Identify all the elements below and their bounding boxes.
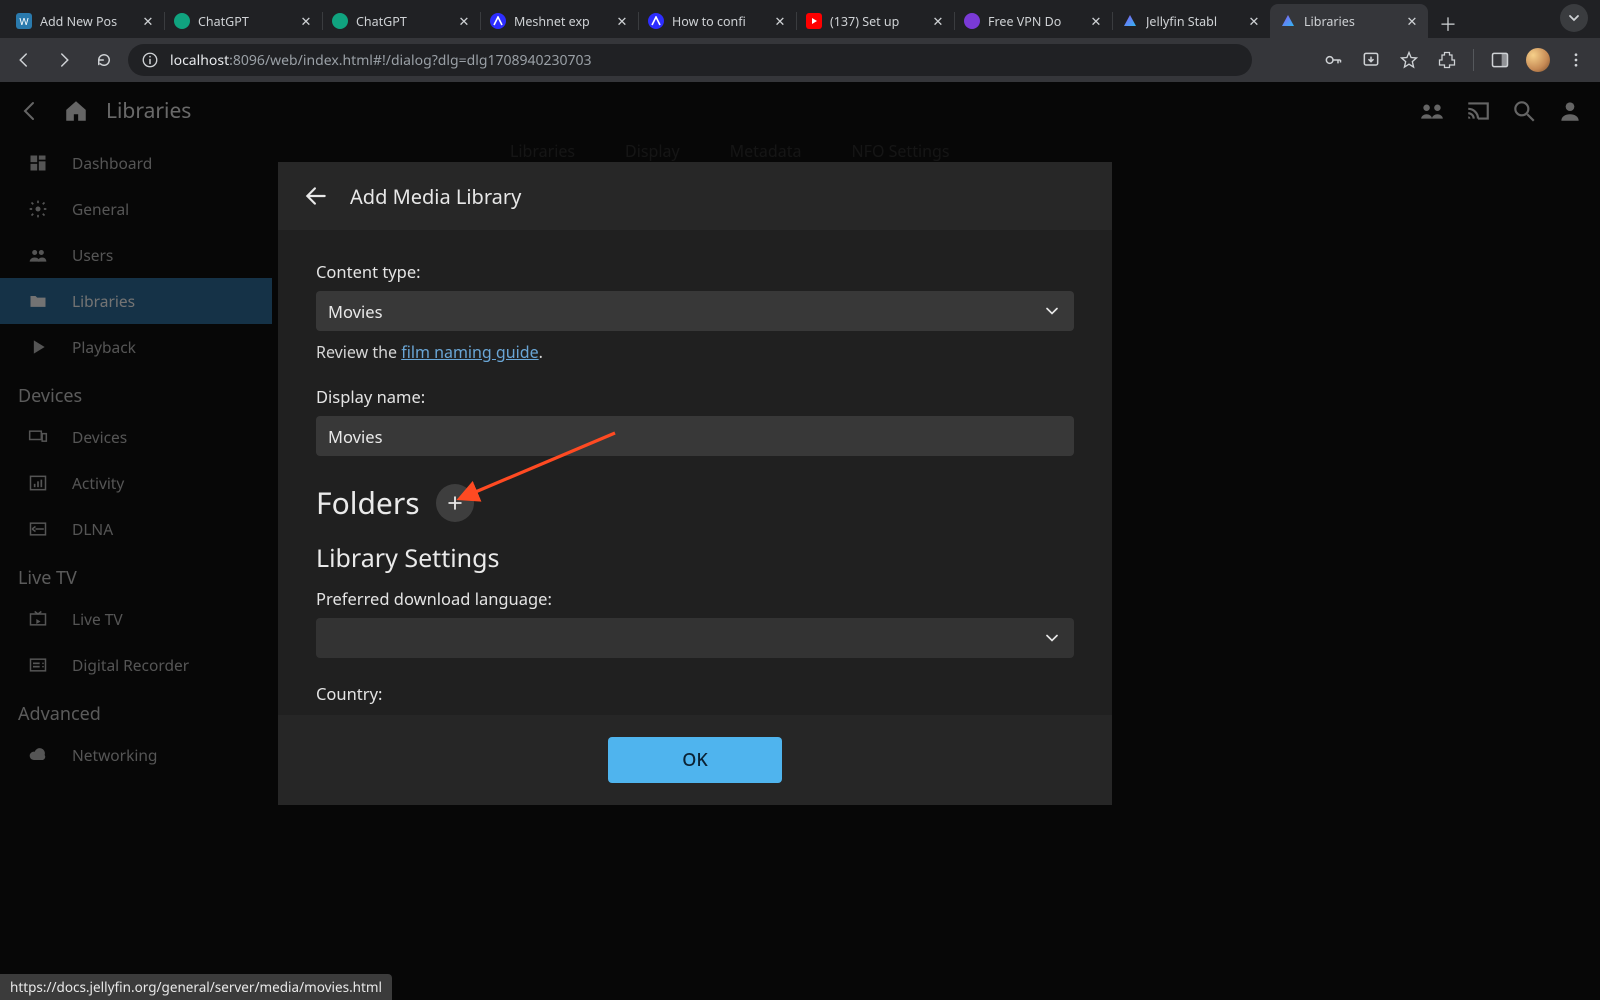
tab-close-icon[interactable]: ✕: [1246, 13, 1262, 29]
extensions-icon[interactable]: [1431, 44, 1463, 76]
film-naming-guide-link[interactable]: film naming guide: [401, 341, 538, 363]
favicon-jellyfin-icon: [1122, 13, 1138, 29]
preferred-language-label: Preferred download language:: [316, 587, 1074, 610]
tab-close-icon[interactable]: ✕: [456, 13, 472, 29]
tab-close-icon[interactable]: ✕: [614, 13, 630, 29]
browser-tab[interactable]: Jellyfin Stabl ✕: [1112, 4, 1270, 38]
favicon-chatgpt-icon: [332, 13, 348, 29]
browser-toolbar: localhost:8096/web/index.html#!/dialog?d…: [0, 38, 1600, 82]
chrome-menu-icon[interactable]: [1560, 44, 1592, 76]
browser-tabstrip: W Add New Pos ✕ ChatGPT ✕ ChatGPT ✕ Mesh…: [0, 0, 1600, 38]
browser-tab[interactable]: How to confi ✕: [638, 4, 796, 38]
country-label: Country:: [316, 682, 1074, 705]
chevron-down-icon: [1042, 628, 1062, 648]
tab-close-icon[interactable]: ✕: [1088, 13, 1104, 29]
dialog-footer: OK: [278, 715, 1112, 805]
favicon-chatgpt-icon: [174, 13, 190, 29]
sidepanel-icon[interactable]: [1484, 44, 1516, 76]
tab-title: ChatGPT: [198, 13, 292, 30]
tab-close-icon[interactable]: ✕: [298, 13, 314, 29]
library-settings-heading: Library Settings: [316, 541, 1074, 575]
status-bar: https://docs.jellyfin.org/general/server…: [0, 974, 392, 1000]
browser-tab[interactable]: Free VPN Do ✕: [954, 4, 1112, 38]
chevron-down-icon: [1042, 301, 1062, 321]
favicon-youtube-icon: [806, 13, 822, 29]
forward-button[interactable]: [48, 44, 80, 76]
add-media-library-dialog: Add Media Library Content type: Movies R…: [278, 162, 1112, 805]
new-tab-button[interactable]: ＋: [1434, 10, 1462, 38]
favicon-jellyfin-icon: [1280, 13, 1296, 29]
tab-close-icon[interactable]: ✕: [1404, 13, 1420, 29]
tab-title: Add New Pos: [40, 13, 134, 30]
browser-tab[interactable]: Meshnet exp ✕: [480, 4, 638, 38]
profile-avatar[interactable]: [1522, 44, 1554, 76]
ok-button[interactable]: OK: [608, 737, 782, 783]
browser-tab[interactable]: (137) Set up ✕: [796, 4, 954, 38]
dialog-title: Add Media Library: [350, 183, 521, 210]
divider: [1473, 49, 1474, 71]
omnibox-url: localhost:8096/web/index.html#!/dialog?d…: [170, 51, 592, 70]
tab-title: Meshnet exp: [514, 13, 608, 30]
folders-heading: Folders: [316, 482, 420, 523]
site-info-icon[interactable]: [140, 50, 160, 70]
tab-title: How to confi: [672, 13, 766, 30]
display-name-value: Movies: [328, 425, 382, 448]
reload-button[interactable]: [88, 44, 120, 76]
tab-title: Jellyfin Stabl: [1146, 13, 1240, 30]
tab-title: Libraries: [1304, 13, 1398, 30]
add-folder-button[interactable]: [436, 484, 474, 522]
browser-tab-active[interactable]: Libraries ✕: [1270, 4, 1428, 38]
content-type-select[interactable]: Movies: [316, 291, 1074, 331]
favicon-vpn-icon: [964, 13, 980, 29]
display-name-label: Display name:: [316, 385, 1074, 408]
jellyfin-app: Libraries Dashboard General: [0, 82, 1600, 1000]
bookmark-star-icon[interactable]: [1393, 44, 1425, 76]
all-tabs-button[interactable]: [1560, 4, 1588, 32]
tab-close-icon[interactable]: ✕: [772, 13, 788, 29]
tab-close-icon[interactable]: ✕: [930, 13, 946, 29]
tab-close-icon[interactable]: ✕: [140, 13, 156, 29]
favicon-nord-icon: [490, 13, 506, 29]
favicon-nord-icon: [648, 13, 664, 29]
browser-chrome: W Add New Pos ✕ ChatGPT ✕ ChatGPT ✕ Mesh…: [0, 0, 1600, 82]
tab-title: Free VPN Do: [988, 13, 1082, 30]
preferred-language-select[interactable]: [316, 618, 1074, 658]
tab-title: (137) Set up: [830, 13, 924, 30]
content-type-label: Content type:: [316, 260, 1074, 283]
install-app-icon[interactable]: [1355, 44, 1387, 76]
display-name-input[interactable]: Movies: [316, 416, 1074, 456]
dialog-back-button[interactable]: [298, 178, 334, 214]
omnibox[interactable]: localhost:8096/web/index.html#!/dialog?d…: [128, 44, 1252, 76]
password-key-icon[interactable]: [1317, 44, 1349, 76]
browser-tab[interactable]: ChatGPT ✕: [164, 4, 322, 38]
tab-title: ChatGPT: [356, 13, 450, 30]
dialog-body: Content type: Movies Review the film nam…: [278, 230, 1112, 715]
back-button[interactable]: [8, 44, 40, 76]
browser-tab[interactable]: W Add New Pos ✕: [6, 4, 164, 38]
dialog-header: Add Media Library: [278, 162, 1112, 230]
favicon-wordpress-icon: W: [16, 13, 32, 29]
content-type-value: Movies: [328, 300, 382, 323]
browser-tab[interactable]: ChatGPT ✕: [322, 4, 480, 38]
naming-guide-hint: Review the film naming guide.: [316, 341, 1074, 363]
